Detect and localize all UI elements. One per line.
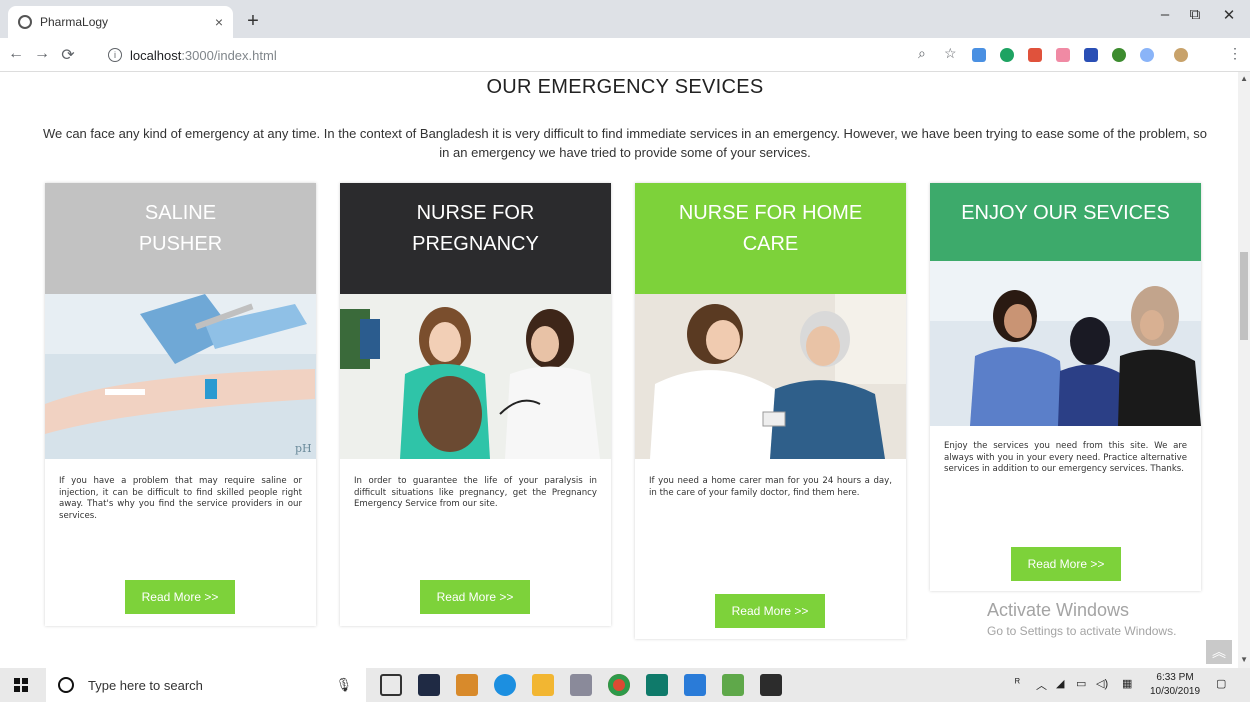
network-icon[interactable]: ◢: [1056, 677, 1064, 690]
scroll-to-top-button[interactable]: ︽: [1206, 640, 1232, 664]
card-title-line1: ENJOY OUR SEVICES: [961, 202, 1170, 224]
extension-icon[interactable]: [1084, 48, 1098, 62]
scroll-up-icon[interactable]: ▲: [1240, 74, 1248, 83]
clock-time: 6:33 PM: [1156, 672, 1194, 683]
forward-icon[interactable]: →: [32, 45, 52, 63]
vscode-icon[interactable]: [684, 674, 706, 696]
taskbar-clock[interactable]: 6:33 PM 10/30/2019: [1150, 671, 1200, 699]
url-bar[interactable]: i localhost:3000/index.html: [108, 43, 908, 67]
url-host: localhost: [130, 47, 182, 63]
windows-start-icon[interactable]: [14, 678, 28, 692]
browser-tab[interactable]: PharmaLogy ×: [8, 6, 233, 38]
zoom-icon[interactable]: ⌕: [918, 45, 926, 62]
info-icon[interactable]: i: [108, 48, 122, 62]
service-card-home-care: NURSE FOR HOME CARE If you need a home ca…: [635, 183, 906, 639]
activate-windows-title: Activate Windows: [987, 600, 1130, 620]
microphone-icon[interactable]: 🎙: [335, 677, 352, 693]
read-more-button[interactable]: Read More >>: [1011, 547, 1121, 581]
scroll-down-icon[interactable]: ▼: [1240, 655, 1248, 664]
service-card-enjoy: ENJOY OUR SEVICES Enjoy the services you…: [930, 183, 1201, 591]
keyboard-icon[interactable]: ▦: [1122, 677, 1132, 690]
app-icon[interactable]: [722, 674, 744, 696]
card-title-line1: NURSE FOR: [416, 202, 535, 224]
search-placeholder: Type here to search: [88, 677, 203, 693]
extension-icon[interactable]: [1028, 48, 1042, 62]
cortana-icon[interactable]: [58, 677, 74, 693]
extension-icon[interactable]: [1112, 48, 1126, 62]
volume-icon[interactable]: ◁): [1096, 677, 1108, 690]
page-scrollbar[interactable]: [1238, 72, 1250, 668]
app-icon[interactable]: [646, 674, 668, 696]
extension-icon[interactable]: [1056, 48, 1070, 62]
extension-icon[interactable]: [972, 48, 986, 62]
tab-close-icon[interactable]: ×: [215, 14, 223, 30]
pregnancy-checkup-photo: [340, 294, 611, 459]
reload-icon[interactable]: ⟳: [58, 45, 78, 65]
service-card-saline: SALINE PUSHER pH If you have a problem th…: [45, 183, 316, 626]
card-text: In order to guarantee the life of your p…: [354, 476, 597, 509]
people-icon[interactable]: ᴿ: [1015, 677, 1020, 689]
url-path: :3000/index.html: [181, 47, 277, 63]
globe-icon: [18, 15, 32, 29]
svg-text:pH: pH: [295, 442, 312, 455]
mail-icon[interactable]: [418, 674, 440, 696]
read-more-button[interactable]: Read More >>: [420, 580, 530, 614]
card-title-line1: SALINE: [144, 202, 217, 224]
battery-icon[interactable]: ▭: [1076, 677, 1086, 690]
back-icon[interactable]: ←: [6, 45, 26, 63]
chrome-icon[interactable]: [608, 674, 630, 696]
read-more-button[interactable]: Read More >>: [125, 580, 235, 614]
app-icon[interactable]: [570, 674, 592, 696]
nurse-family-photo: [930, 261, 1201, 426]
edge-icon[interactable]: [494, 674, 516, 696]
read-more-button[interactable]: Read More >>: [715, 594, 825, 628]
tab-title: PharmaLogy: [40, 15, 109, 29]
service-card-pregnancy: NURSE FOR PREGNANCY In order to guarantee…: [340, 183, 611, 626]
activate-windows-subtitle: Go to Settings to activate Windows.: [987, 624, 1177, 638]
task-view-icon[interactable]: [380, 674, 402, 696]
close-window-button[interactable]: ✕: [1214, 6, 1244, 24]
card-text: Enjoy the services you need from this si…: [944, 441, 1187, 474]
saline-arm-photo: pH: [45, 294, 316, 459]
avatar[interactable]: [1174, 48, 1188, 62]
scrollbar-thumb[interactable]: [1240, 252, 1248, 340]
chevron-up-icon[interactable]: ︿: [1036, 677, 1047, 693]
address-toolbar: ← → ⟳ i localhost:3000/index.html ⌕ ☆ ⋮: [0, 38, 1250, 72]
card-header: ENJOY OUR SEVICES: [930, 183, 1201, 261]
section-title: OUR EMERGENCY SEVICES: [486, 76, 764, 98]
store-icon[interactable]: [456, 674, 478, 696]
minimize-button[interactable]: –: [1150, 6, 1180, 23]
star-icon[interactable]: ☆: [944, 45, 957, 62]
card-header: NURSE FOR PREGNANCY: [340, 183, 611, 294]
extension-icon[interactable]: [1140, 48, 1154, 62]
page-content: OUR EMERGENCY SEVICES We can face any ki…: [0, 72, 1250, 668]
card-title-line1: NURSE FOR HOME: [678, 202, 863, 224]
card-title-line2: PREGNANCY: [412, 233, 539, 255]
card-header: NURSE FOR HOME CARE: [635, 183, 906, 294]
taskbar-search[interactable]: Type here to search 🎙: [46, 668, 366, 702]
new-tab-button[interactable]: +: [240, 8, 266, 34]
card-title-line2: CARE: [742, 233, 799, 255]
notifications-icon[interactable]: ▢: [1216, 677, 1226, 690]
photos-icon[interactable]: [760, 674, 782, 696]
card-header: SALINE PUSHER: [45, 183, 316, 294]
extension-icon[interactable]: [1000, 48, 1014, 62]
section-description: We can face any kind of emergency at any…: [42, 126, 1208, 160]
clock-date: 10/30/2019: [1150, 686, 1201, 697]
windows-taskbar: Type here to search 🎙 ᴿ ︿ ◢ ▭ ◁) ▦ 6:33 …: [0, 668, 1250, 702]
card-text: If you have a problem that may require s…: [59, 476, 302, 521]
menu-icon[interactable]: ⋮: [1228, 45, 1242, 62]
browser-tab-bar: PharmaLogy × + – ⧉ ✕: [0, 0, 1250, 38]
maximize-button[interactable]: ⧉: [1180, 6, 1210, 23]
file-explorer-icon[interactable]: [532, 674, 554, 696]
card-title-line2: PUSHER: [138, 233, 223, 255]
home-care-photo: [635, 294, 906, 459]
card-text: If you need a home carer man for you 24 …: [649, 476, 892, 498]
